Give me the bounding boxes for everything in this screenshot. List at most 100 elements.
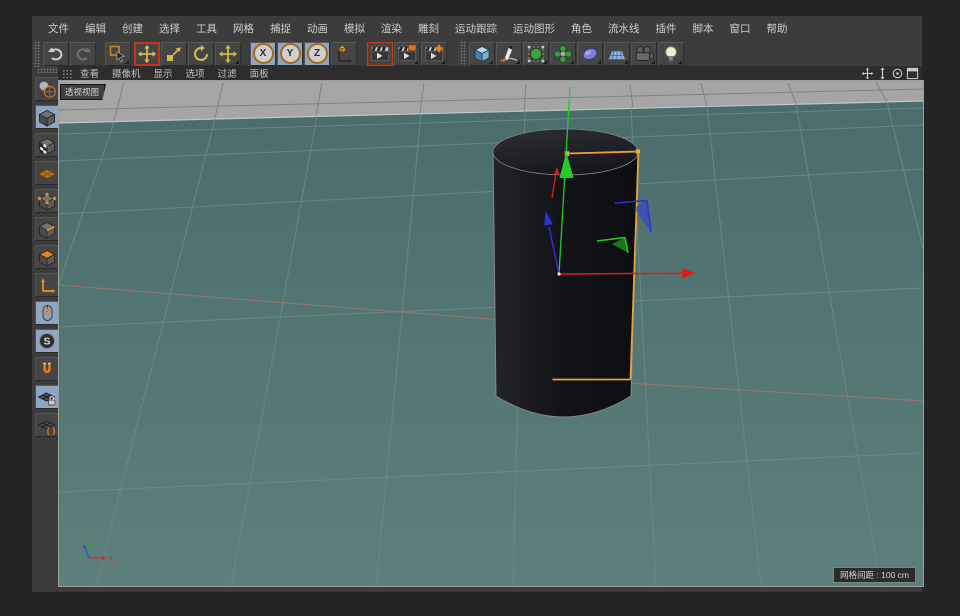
perspective-viewport[interactable]: X 透视视图 网格间距 : 100 cm [58,80,924,587]
mouse-icon [37,303,57,323]
menu-pipeline[interactable]: 流水线 [600,19,648,38]
toggle-view-icon [906,67,919,80]
texture-mode-button[interactable] [35,133,59,157]
dropdown-corner-icon [597,60,601,64]
magnet-icon [37,359,57,379]
lock-y-button[interactable]: Y [277,42,303,66]
scale-icon [164,44,184,64]
viewport-menu-drag-handle[interactable] [62,69,73,78]
render-view-button[interactable] [367,42,393,66]
pan-view-button[interactable] [860,67,875,80]
menu-sculpt[interactable]: 雕刻 [410,19,447,38]
menu-create[interactable]: 创建 [114,19,151,38]
menu-snap[interactable]: 捕捉 [262,19,299,38]
menu-mograph[interactable]: 运动图形 [505,19,563,38]
menu-mesh[interactable]: 网格 [225,19,262,38]
camera-button[interactable] [631,42,657,66]
points-mode-button[interactable] [35,189,59,213]
planar-workplane-button[interactable]: ( ) [35,413,59,437]
coord-system-button[interactable] [331,42,357,66]
add-primitive-button[interactable] [469,42,495,66]
main-menu-bar: 文件编辑创建选择工具网格捕捉动画模拟渲染雕刻运动跟踪运动图形角色流水线插件脚本窗… [32,18,930,39]
rotate-icon [191,44,211,64]
toggle-view-button[interactable] [905,67,920,80]
light-button[interactable] [658,42,684,66]
redo-button[interactable] [70,42,96,66]
axis-letter-icon: X [253,43,274,64]
tweak-mode-button[interactable] [35,301,59,325]
generators-button[interactable] [523,42,549,66]
deformers-button[interactable] [550,42,576,66]
snap-settings-button[interactable]: S [35,329,59,353]
palette-separator-handle[interactable] [460,41,466,67]
rotate-view-button[interactable] [890,67,905,80]
gizmo-origin[interactable] [557,272,560,275]
undo-button[interactable] [43,42,69,66]
menu-plugins[interactable]: 插件 [648,19,685,38]
toolbar-drag-handle[interactable] [34,41,40,67]
render-picture-viewer-button[interactable] [394,42,420,66]
dropdown-corner-icon [543,60,547,64]
dropdown-corner-icon [624,60,628,64]
rotate-view-icon [891,67,904,80]
dropdown-corner-icon [489,60,493,64]
menu-animate[interactable]: 动画 [299,19,336,38]
polygons-mode-icon [37,247,57,267]
handle-dot[interactable] [636,149,641,154]
axis-letter-icon: Y [280,43,301,64]
volumes-button[interactable] [577,42,603,66]
lock-z-button[interactable]: Z [304,42,330,66]
rotate-tool-button[interactable] [188,42,214,66]
viewport-menu-options[interactable]: 选项 [186,66,205,80]
menu-simulate[interactable]: 模拟 [336,19,373,38]
enable-axis-button[interactable] [35,273,59,297]
snap-toggle-button[interactable] [35,357,59,381]
workplane-auto-icon: ( ) [37,415,57,435]
scene-canvas[interactable]: X [59,81,923,586]
viewport-nav-controls [860,67,920,80]
menu-edit[interactable]: 编辑 [77,19,114,38]
polygons-mode-button[interactable] [35,245,59,269]
viewport-menu-items: 查看摄像机显示选项过滤面板 [80,66,282,80]
live-selection-button[interactable] [105,42,131,66]
dolly-view-icon [876,67,889,80]
dropdown-corner-icon [678,60,682,64]
menu-motion-tracker[interactable]: 运动跟踪 [447,19,505,38]
lock-workplane-button[interactable] [35,385,59,409]
points-mode-icon [37,191,57,211]
viewport-menu-filter[interactable]: 过滤 [218,66,237,80]
viewport-menu-cameras[interactable]: 摄像机 [112,66,141,80]
workplane-mode-button[interactable] [35,161,59,185]
environment-button[interactable] [604,42,630,66]
viewport-menu-view[interactable]: 查看 [80,66,99,80]
menu-character[interactable]: 角色 [563,19,600,38]
menu-script[interactable]: 脚本 [685,19,722,38]
spline-pen-button[interactable] [496,42,522,66]
dropdown-corner-icon [235,60,239,64]
palette-drag-handle[interactable] [37,68,57,73]
model-mode-icon [37,107,57,127]
pan-view-icon [861,67,874,80]
menu-render[interactable]: 渲染 [373,19,410,38]
edges-mode-button[interactable] [35,217,59,241]
move-icon [137,44,157,64]
axis-x-label: X [108,554,114,563]
dolly-view-button[interactable] [875,67,890,80]
svg-text:( ): ( ) [47,426,56,436]
menu-help[interactable]: 帮助 [759,19,796,38]
model-mode-button[interactable] [35,105,59,129]
menu-file[interactable]: 文件 [40,19,77,38]
viewport-menu-panel[interactable]: 面板 [250,66,269,80]
menu-window[interactable]: 窗口 [722,19,759,38]
render-settings-button[interactable] [421,42,447,66]
move-tool-button[interactable] [134,42,160,66]
menu-tools[interactable]: 工具 [188,19,225,38]
make-editable-button[interactable] [35,77,59,101]
lock-x-button[interactable]: X [250,42,276,66]
last-tool-button[interactable] [215,42,241,66]
view-label: 透视视图 [60,84,106,100]
viewport-menu-display[interactable]: 显示 [154,66,173,80]
ground-plane [59,101,923,586]
menu-select[interactable]: 选择 [151,19,188,38]
scale-tool-button[interactable] [161,42,187,66]
